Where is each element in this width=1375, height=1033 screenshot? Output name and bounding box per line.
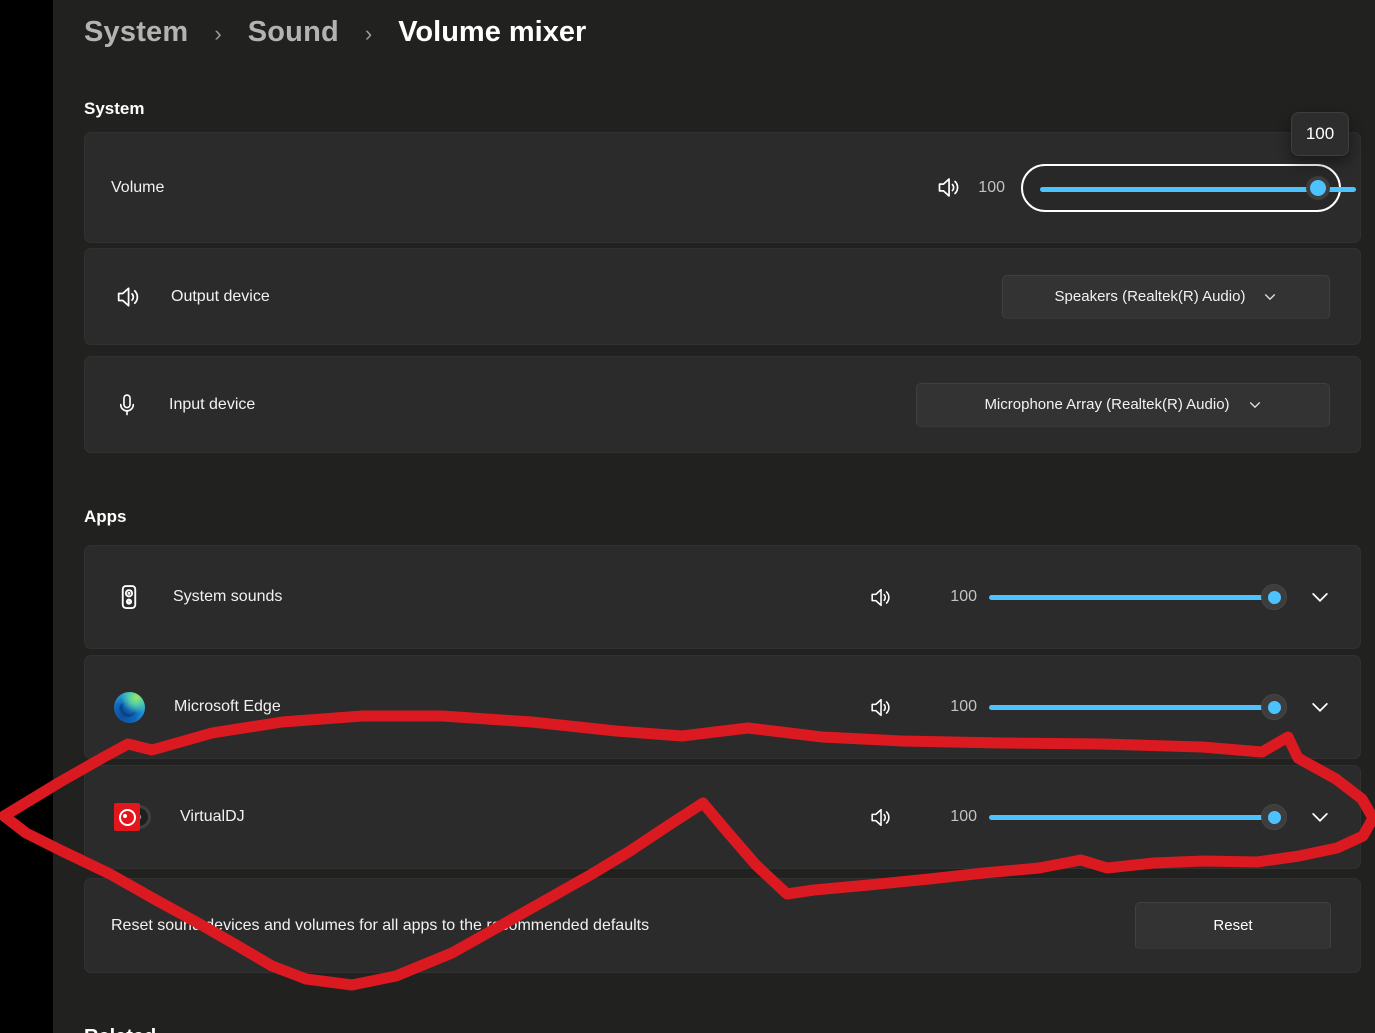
chevron-right-icon: › [214, 18, 221, 47]
app-name: System sounds [173, 588, 868, 606]
input-device-card: Input device Microphone Array (Realtek(R… [84, 356, 1361, 453]
app-volume-value: 100 [943, 588, 977, 606]
app-volume-slider[interactable] [989, 584, 1284, 610]
app-row-system-sounds: System sounds 100 [84, 545, 1361, 649]
app-row-virtualdj: VirtualDJ 100 [84, 765, 1361, 869]
volume-slider-thumb[interactable] [1306, 176, 1330, 200]
app-row-microsoft-edge: Microsoft Edge 100 [84, 655, 1361, 759]
clipped-section-heading: Related [84, 1026, 156, 1033]
slider-value-tooltip: 100 [1291, 112, 1349, 156]
chevron-right-icon: › [365, 18, 372, 47]
virtualdj-icon [114, 802, 151, 832]
speaker-icon[interactable] [868, 695, 893, 720]
volume-slider[interactable] [1021, 164, 1341, 212]
microphone-icon [114, 392, 140, 418]
chevron-down-icon [1263, 290, 1277, 304]
app-slider-track [989, 705, 1284, 710]
speaker-icon [114, 283, 142, 311]
input-device-label: Input device [169, 396, 916, 414]
app-slider-thumb[interactable] [1261, 694, 1287, 720]
system-section-heading: System [84, 99, 144, 119]
page-title: Volume mixer [398, 16, 586, 49]
speaker-icon[interactable] [868, 585, 893, 610]
output-device-dropdown[interactable]: Speakers (Realtek(R) Audio) [1002, 275, 1330, 319]
app-name: Microsoft Edge [174, 698, 868, 716]
reset-description: Reset sound devices and volumes for all … [111, 917, 1135, 935]
app-volume-value: 100 [943, 808, 977, 826]
chevron-down-icon [1248, 398, 1262, 412]
apps-section-heading: Apps [84, 507, 127, 527]
app-name: VirtualDJ [180, 808, 868, 826]
chevron-down-icon[interactable] [1310, 807, 1330, 827]
app-slider-track [989, 595, 1284, 600]
breadcrumb-sound[interactable]: Sound [248, 16, 339, 49]
app-volume-slider[interactable] [989, 804, 1284, 830]
output-device-label: Output device [171, 288, 1002, 306]
reset-button[interactable]: Reset [1135, 902, 1331, 950]
chevron-down-icon[interactable] [1310, 697, 1330, 717]
output-device-selected: Speakers (Realtek(R) Audio) [1055, 288, 1246, 305]
virtualdj-logo-box [114, 803, 140, 831]
app-volume-value: 100 [943, 698, 977, 716]
speaker-icon[interactable] [935, 174, 962, 201]
input-device-selected: Microphone Array (Realtek(R) Audio) [984, 396, 1229, 413]
chevron-down-icon[interactable] [1310, 587, 1330, 607]
app-slider-track [989, 815, 1284, 820]
volume-value: 100 [978, 179, 1005, 197]
app-slider-thumb[interactable] [1261, 584, 1287, 610]
volume-label: Volume [111, 179, 935, 197]
app-slider-thumb[interactable] [1261, 804, 1287, 830]
volume-card: Volume 100 [84, 132, 1361, 243]
app-volume-slider[interactable] [989, 694, 1284, 720]
input-device-dropdown[interactable]: Microphone Array (Realtek(R) Audio) [916, 383, 1330, 427]
breadcrumb-system[interactable]: System [84, 16, 188, 49]
reset-card: Reset sound devices and volumes for all … [84, 878, 1361, 973]
edge-icon [114, 692, 145, 723]
system-sounds-icon [114, 582, 144, 612]
breadcrumb: System › Sound › Volume mixer [84, 16, 586, 49]
settings-page: System › Sound › Volume mixer System 100… [53, 0, 1375, 1033]
output-device-card: Output device Speakers (Realtek(R) Audio… [84, 248, 1361, 345]
speaker-icon[interactable] [868, 805, 893, 830]
